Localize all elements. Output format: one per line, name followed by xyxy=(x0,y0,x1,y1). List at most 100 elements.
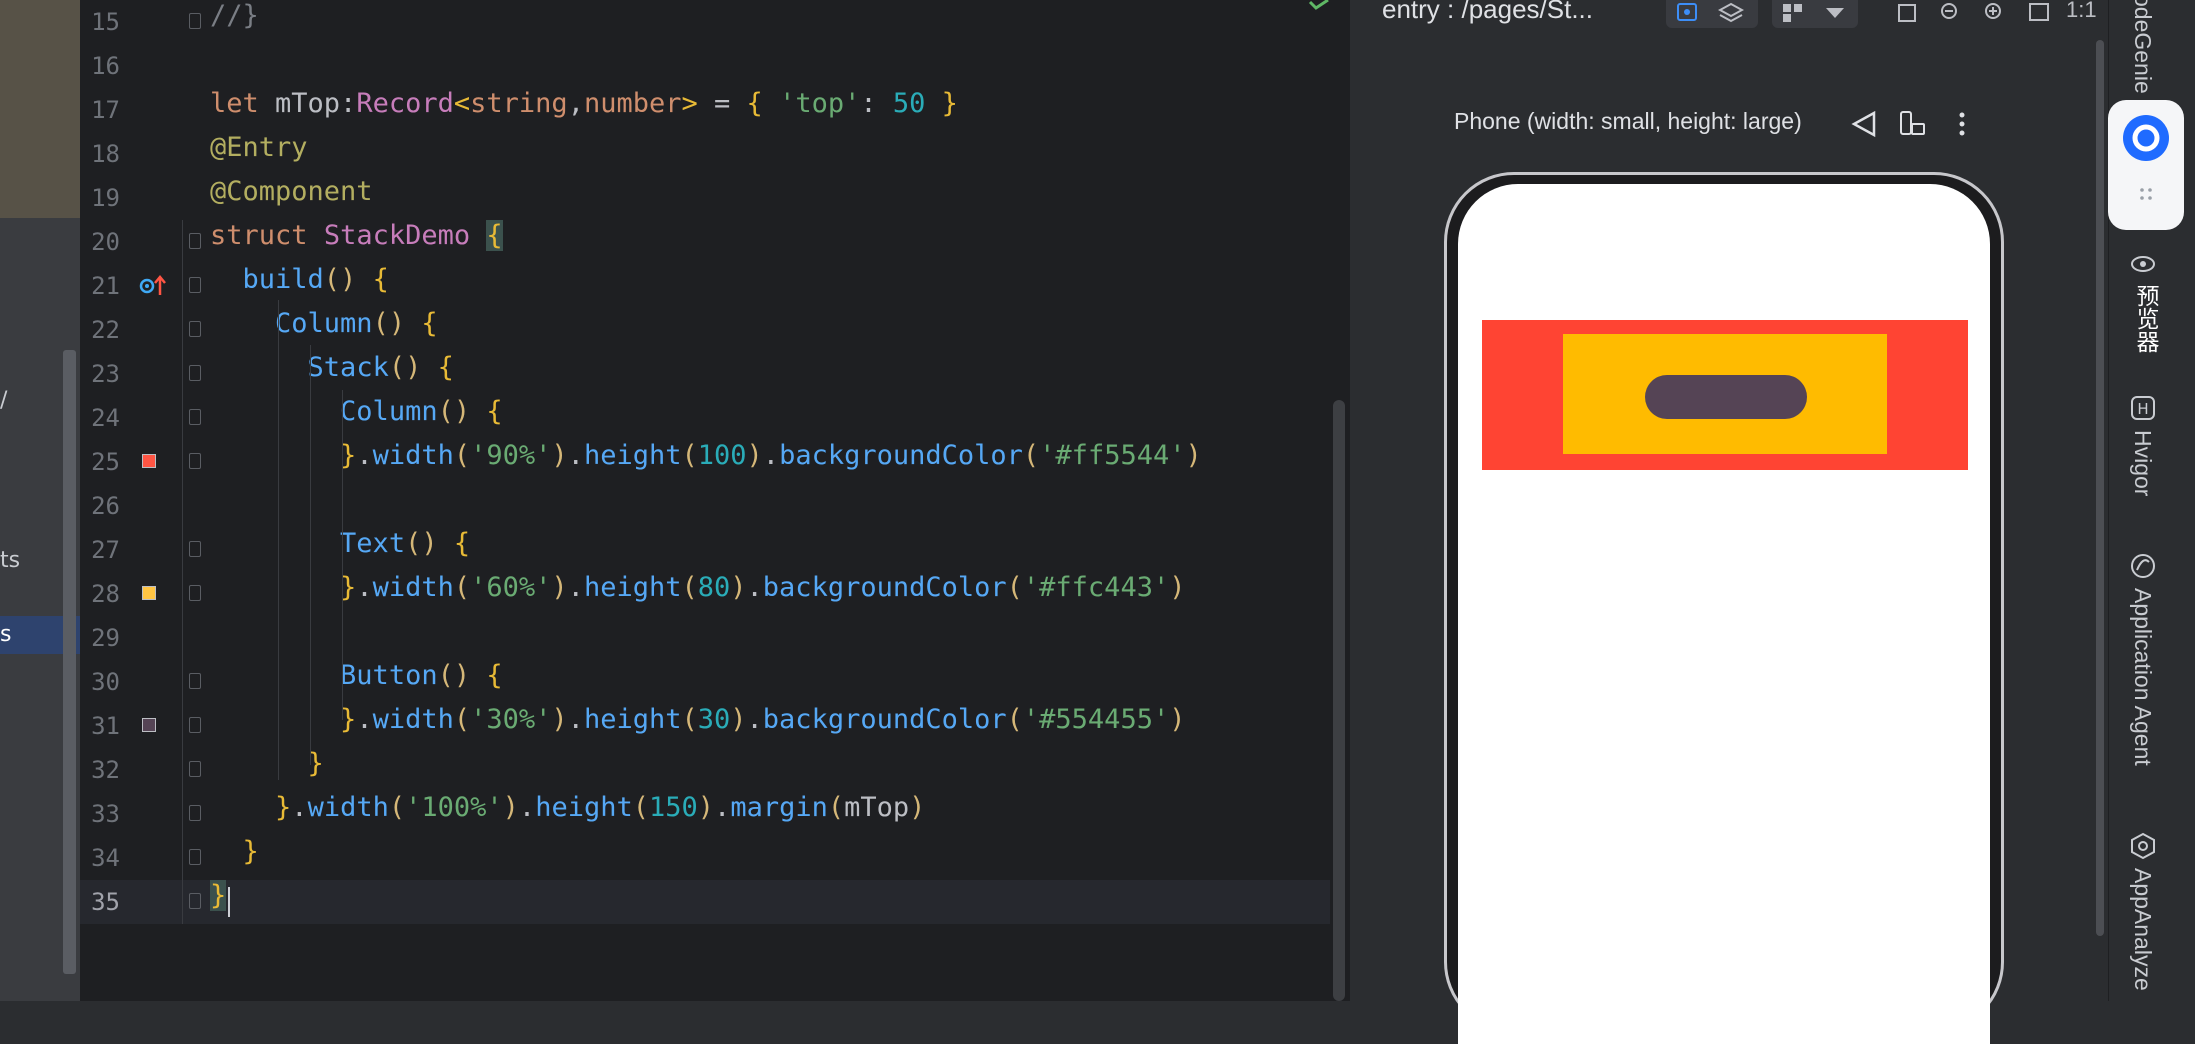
assistant-float-card[interactable] xyxy=(2108,100,2184,230)
code-line[interactable]: 28 }.width('60%').height(80).backgroundC… xyxy=(80,572,1330,616)
tab-previewer[interactable]: 预览器 xyxy=(2129,284,2163,353)
code-text[interactable]: } xyxy=(210,880,227,924)
code-line[interactable]: 24 Column() { xyxy=(80,396,1330,440)
code-line[interactable]: 34 } xyxy=(80,836,1330,880)
code-line[interactable]: 23 Stack() { xyxy=(80,352,1330,396)
check-icon[interactable] xyxy=(1308,0,1330,12)
fold-marker-icon[interactable] xyxy=(189,13,201,29)
code-line[interactable]: 32 } xyxy=(80,748,1330,792)
code-text[interactable]: let mTop:Record<string,number> = { 'top'… xyxy=(210,88,958,132)
tab-appanalyzer[interactable]: AppAnalyze xyxy=(2129,868,2156,991)
line-number[interactable]: 18 xyxy=(80,132,120,176)
fold-marker-icon[interactable] xyxy=(189,541,201,557)
code-text[interactable]: }.width('100%').height(150).margin(mTop) xyxy=(210,792,925,836)
tab-hvigor[interactable]: Hvigor xyxy=(2129,430,2156,496)
code-text[interactable]: } xyxy=(210,748,324,792)
tree-fragment-selected[interactable]: s xyxy=(0,622,11,647)
fold-marker-icon[interactable] xyxy=(189,717,201,733)
line-number[interactable]: 17 xyxy=(80,88,120,132)
fit-screen-icon[interactable] xyxy=(2026,2,2052,24)
code-text[interactable]: struct StackDemo { xyxy=(210,220,503,264)
code-text[interactable]: @Component xyxy=(210,176,373,220)
fold-marker-icon[interactable] xyxy=(189,453,201,469)
code-text[interactable]: Column() { xyxy=(210,396,503,440)
zoom-ratio-label[interactable]: 1:1 xyxy=(2066,0,2097,23)
fold-marker-icon[interactable] xyxy=(189,321,201,337)
chevron-down-icon[interactable] xyxy=(1822,2,1848,24)
code-text[interactable]: @Entry xyxy=(210,132,308,176)
code-text[interactable]: }.width('30%').height(30).backgroundColo… xyxy=(210,704,1185,748)
color-swatch-icon[interactable] xyxy=(142,718,156,732)
zoom-out-icon[interactable] xyxy=(1938,2,1964,24)
fold-marker-icon[interactable] xyxy=(189,585,201,601)
inspector-icon[interactable] xyxy=(1674,2,1700,24)
frame-icon[interactable] xyxy=(1894,2,1920,24)
stack-button[interactable] xyxy=(1645,375,1807,419)
fold-marker-icon[interactable] xyxy=(189,233,201,249)
line-number[interactable]: 23 xyxy=(80,352,120,396)
components-icon[interactable] xyxy=(1780,2,1806,24)
code-line[interactable]: 30 Button() { xyxy=(80,660,1330,704)
code-line[interactable]: 33 }.width('100%').height(150).margin(mT… xyxy=(80,792,1330,836)
fold-marker-icon[interactable] xyxy=(189,893,201,909)
line-number[interactable]: 21 xyxy=(80,264,120,308)
code-line[interactable]: 21 build() { xyxy=(80,264,1330,308)
line-number[interactable]: 28 xyxy=(80,572,120,616)
code-text[interactable]: Column() { xyxy=(210,308,438,352)
color-swatch-icon[interactable] xyxy=(142,586,156,600)
line-number[interactable]: 19 xyxy=(80,176,120,220)
code-line[interactable]: 18 @Entry xyxy=(80,132,1330,176)
fold-marker-icon[interactable] xyxy=(189,761,201,777)
code-text[interactable]: }.width('90%').height(100).backgroundCol… xyxy=(210,440,1202,484)
line-number[interactable]: 25 xyxy=(80,440,120,484)
more-vertical-icon[interactable] xyxy=(1948,110,1976,138)
code-text[interactable]: Stack() { xyxy=(210,352,454,396)
line-number[interactable]: 31 xyxy=(80,704,120,748)
rotate-back-icon[interactable] xyxy=(1850,110,1878,138)
line-number[interactable]: 16 xyxy=(80,44,120,88)
editor-scrollbar[interactable] xyxy=(1333,400,1345,1001)
tree-fragment[interactable]: / xyxy=(0,388,7,413)
tree-fragment[interactable]: ts xyxy=(0,548,20,573)
code-line[interactable]: 15 //} xyxy=(80,0,1330,44)
line-number[interactable]: 34 xyxy=(80,836,120,880)
code-text[interactable]: }.width('60%').height(80).backgroundColo… xyxy=(210,572,1185,616)
code-line[interactable]: 22 Column() { xyxy=(80,308,1330,352)
fold-marker-icon[interactable] xyxy=(189,409,201,425)
line-number[interactable]: 33 xyxy=(80,792,120,836)
code-line[interactable]: 17 let mTop:Record<string,number> = { 'to… xyxy=(80,88,1330,132)
line-number[interactable]: 26 xyxy=(80,484,120,528)
assistant-logo-icon[interactable] xyxy=(2122,114,2170,162)
line-number[interactable]: 15 xyxy=(80,0,120,44)
code-line[interactable]: 29 xyxy=(80,616,1330,660)
code-line[interactable]: 35} xyxy=(80,880,1330,924)
code-line[interactable]: 19 @Component xyxy=(80,176,1330,220)
code-line[interactable]: 31 }.width('30%').height(30).backgroundC… xyxy=(80,704,1330,748)
code-line[interactable]: 16 xyxy=(80,44,1330,88)
color-swatch-icon[interactable] xyxy=(142,454,156,468)
code-line[interactable]: 26 xyxy=(80,484,1330,528)
device-switch-icon[interactable] xyxy=(1898,110,1926,138)
code-text[interactable]: build() { xyxy=(210,264,389,308)
line-number[interactable]: 22 xyxy=(80,308,120,352)
fold-marker-icon[interactable] xyxy=(189,673,201,689)
zoom-in-icon[interactable] xyxy=(1982,2,2008,24)
fold-marker-icon[interactable] xyxy=(189,365,201,381)
line-number[interactable]: 32 xyxy=(80,748,120,792)
code-text[interactable]: Text() { xyxy=(210,528,470,572)
code-text[interactable]: } xyxy=(210,836,259,880)
tab-codegenie[interactable]: odeGenie xyxy=(2129,0,2156,94)
code-editor[interactable]: 15 //} 16 17 let mTop:Record<string,number> … xyxy=(80,0,1350,1001)
code-text[interactable]: Button() { xyxy=(210,660,503,704)
previewer-scrollbar[interactable] xyxy=(2096,40,2104,936)
line-number[interactable]: 24 xyxy=(80,396,120,440)
code-line[interactable]: 27 Text() { xyxy=(80,528,1330,572)
fold-marker-icon[interactable] xyxy=(189,849,201,865)
tree-scrollbar[interactable] xyxy=(63,350,76,974)
code-line[interactable]: 25 }.width('90%').height(100).background… xyxy=(80,440,1330,484)
line-number[interactable]: 35 xyxy=(80,880,120,924)
override-method-icon[interactable] xyxy=(138,274,168,298)
line-number[interactable]: 27 xyxy=(80,528,120,572)
code-text[interactable]: //} xyxy=(210,0,259,44)
preview-page-title[interactable]: entry : /pages/St... xyxy=(1382,0,1593,25)
